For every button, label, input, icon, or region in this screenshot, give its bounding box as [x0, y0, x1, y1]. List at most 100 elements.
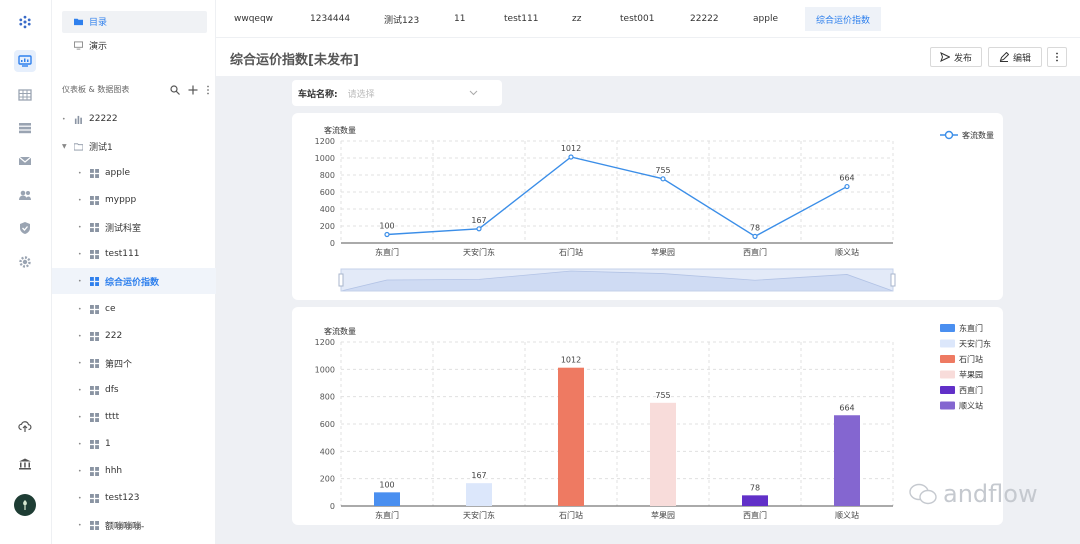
caret-down-icon[interactable]: ▼	[62, 143, 74, 150]
folder-icon	[74, 142, 83, 151]
logo-icon	[14, 11, 36, 33]
sidebar-item-catalog[interactable]: 目录	[52, 9, 216, 33]
database-nav-icon[interactable]	[14, 117, 36, 139]
watermark-text: andflow	[943, 480, 1038, 508]
data-label: 1012	[561, 356, 581, 365]
tree-item[interactable]: • 综合运价指数	[52, 268, 216, 294]
data-point	[752, 233, 758, 239]
search-icon[interactable]	[170, 84, 180, 95]
sidebar-item-label: 目录	[89, 17, 108, 28]
gear-nav-icon[interactable]	[14, 251, 36, 273]
data-label: 100	[379, 480, 394, 489]
tree-item-label: test111	[105, 249, 140, 259]
tree-item[interactable]: • test111	[52, 241, 216, 267]
avatar[interactable]	[14, 494, 36, 516]
tree-item-label: 测试科室	[105, 223, 142, 234]
tree-item[interactable]: ▼ 测试1	[52, 133, 216, 159]
users-nav-icon[interactable]	[14, 184, 36, 206]
add-icon[interactable]	[188, 85, 198, 95]
send-icon	[940, 52, 950, 62]
dashboard-icon	[90, 493, 99, 503]
tree-item[interactable]: • tttt	[52, 404, 216, 430]
tree-item-label: 1	[105, 439, 111, 449]
table-nav-icon[interactable]	[14, 84, 36, 106]
tree-item-label: apple	[105, 168, 130, 178]
shield-nav-icon[interactable]	[14, 217, 36, 239]
tree-item[interactable]: • test123	[52, 485, 216, 511]
bullet-icon: •	[78, 250, 82, 258]
tab-test-123-cn[interactable]: 测试123	[384, 7, 419, 31]
y-tick-label: 0	[330, 502, 335, 511]
station-select[interactable]: 请选择	[348, 87, 478, 100]
datazoom-handle-right	[890, 273, 896, 287]
tree-item[interactable]: • 22222	[52, 106, 216, 132]
tree-item-label: dfs	[105, 385, 119, 395]
tab-test001[interactable]: test001	[620, 7, 654, 31]
bullet-icon: •	[78, 440, 82, 448]
data-label: 755	[655, 391, 670, 400]
y-tick-label: 400	[320, 447, 335, 456]
sidebar-item-demo[interactable]: 演示	[52, 33, 216, 57]
tree-item[interactable]: • 222	[52, 323, 216, 349]
page-header: 综合运价指数[未发布] 发布 编辑	[216, 38, 1080, 76]
tree-item[interactable]: • 测试科室	[52, 214, 216, 240]
more-vertical-icon[interactable]	[206, 85, 210, 95]
bullet-icon: •	[78, 359, 82, 367]
data-label: 167	[471, 216, 486, 225]
select-placeholder: 请选择	[347, 89, 375, 100]
more-button[interactable]	[1047, 47, 1067, 67]
tree-item[interactable]: • dfs	[52, 377, 216, 403]
line-chart: 0 200 400 600 800 1000 1200 东直门 天安门东 石门站 苹果园 西直门 顺义站…	[315, 125, 994, 292]
bar	[558, 367, 584, 506]
bank-icon[interactable]	[14, 453, 36, 475]
tree-item-label: 22222	[89, 114, 118, 124]
dashboard-icon	[90, 304, 99, 314]
bullet-icon: •	[78, 196, 82, 204]
y-tick-label: 600	[320, 188, 335, 197]
datazoom-handle-left	[338, 273, 344, 287]
tab-1234444[interactable]: 1234444	[310, 7, 350, 31]
dashboard-icon	[90, 222, 99, 232]
publish-button[interactable]: 发布	[930, 47, 982, 67]
tab-apple[interactable]: apple	[753, 7, 778, 31]
data-point	[476, 226, 482, 232]
bar	[834, 415, 860, 506]
bar	[650, 402, 676, 506]
y-tick-label: 1000	[315, 365, 335, 374]
tree-item[interactable]: • 额嘣嘣嘣-	[52, 512, 216, 538]
tree-item[interactable]: • ce	[52, 296, 216, 322]
x-tick-label: 石门站	[559, 247, 583, 257]
tab-test111[interactable]: test111	[504, 7, 538, 31]
x-tick-label: 西直门	[743, 510, 767, 520]
data-label: 78	[750, 483, 760, 492]
tree-item[interactable]: • 1	[52, 431, 216, 457]
tree-item[interactable]: • hhh	[52, 458, 216, 484]
station-filter: 车站名称: 请选择	[292, 80, 502, 106]
datazoom-window	[340, 268, 894, 292]
tab-11[interactable]: 11	[454, 7, 465, 31]
y-tick-label: 200	[320, 475, 335, 484]
tab-wwqeqw[interactable]: wwqeqw	[234, 7, 273, 31]
bullet-icon: •	[78, 277, 82, 285]
dashboard-nav-icon[interactable]	[14, 50, 36, 72]
tree-item[interactable]: • 第四个	[52, 350, 216, 376]
legend-swatch	[940, 324, 955, 332]
dashboard-icon	[90, 385, 99, 395]
mail-nav-icon[interactable]	[14, 150, 36, 172]
data-label: 100	[379, 222, 394, 231]
watermark: andflow	[908, 480, 1038, 508]
tab-22222[interactable]: 22222	[690, 7, 719, 31]
data-point	[660, 176, 666, 182]
tab-active-index[interactable]: 综合运价指数	[805, 7, 882, 31]
tree-item[interactable]: • myppp	[52, 187, 216, 213]
y-tick-label: 400	[320, 205, 335, 214]
tree-item-label: 测试1	[89, 142, 113, 153]
pencil-icon	[999, 52, 1009, 62]
x-tick-label: 西直门	[743, 247, 767, 257]
tree-item[interactable]: • apple	[52, 160, 216, 186]
sidebar-item-label: 演示	[89, 41, 108, 52]
tab-zz[interactable]: zz	[572, 7, 581, 31]
edit-button[interactable]: 编辑	[988, 47, 1042, 67]
cloud-upload-icon[interactable]	[14, 415, 36, 437]
section-title: 仪表板 & 数据图表	[62, 85, 130, 94]
